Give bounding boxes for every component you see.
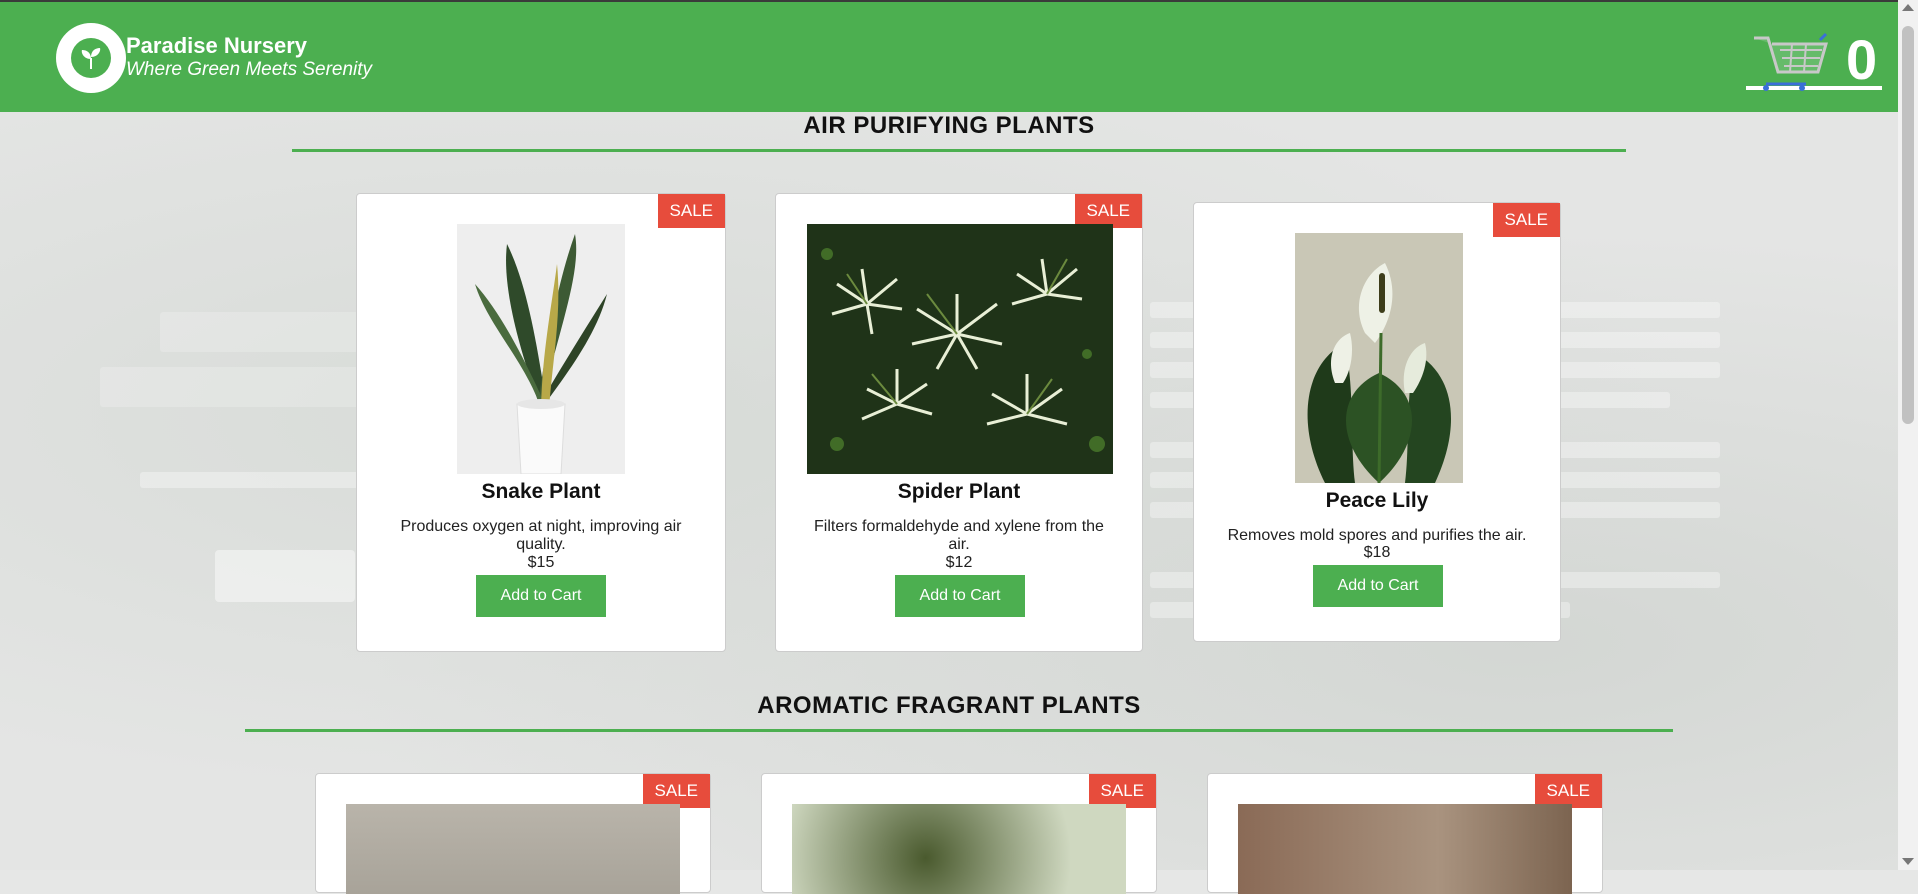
add-to-cart-button[interactable]: Add to Cart — [476, 575, 606, 617]
plant-description: Produces oxygen at night, improving air … — [400, 518, 682, 553]
product-card: SALE — [1207, 773, 1603, 894]
brand[interactable]: Paradise Nursery Where Green Meets Seren… — [126, 33, 372, 81]
plant-price: $12 — [945, 554, 973, 571]
section-divider — [245, 729, 1673, 732]
logo[interactable] — [56, 23, 126, 93]
sale-badge: SALE — [642, 774, 710, 808]
product-card-snake-plant: SALE Snake Plant Produces oxygen at nigh… — [356, 193, 726, 652]
plant-image — [346, 804, 680, 894]
sale-badge: SALE — [1088, 774, 1156, 808]
plant-image-spider-plant — [807, 224, 1113, 474]
section-divider — [292, 149, 1626, 152]
section-title-air-purifying: AIR PURIFYING PLANTS — [803, 112, 1095, 139]
plant-image — [792, 804, 1126, 894]
product-card: SALE — [315, 773, 711, 894]
add-to-cart-button[interactable]: Add to Cart — [895, 575, 1025, 617]
plant-price: $18 — [1363, 544, 1391, 561]
brand-name: Paradise Nursery — [126, 33, 307, 58]
plant-image-peace-lily — [1295, 233, 1463, 483]
plant-description: Filters formaldehyde and xylene from the… — [814, 518, 1104, 553]
plant-image — [1238, 804, 1572, 894]
plant-name: Peace Lily — [1325, 489, 1429, 512]
scrollbar-thumb[interactable] — [1902, 26, 1914, 424]
site-header: Paradise Nursery Where Green Meets Seren… — [0, 0, 1898, 112]
cart-count: 0 — [1846, 28, 1878, 91]
scroll-up-arrow-icon[interactable] — [1902, 4, 1914, 11]
plant-name: Snake Plant — [481, 480, 601, 503]
product-card: SALE — [761, 773, 1157, 894]
sale-badge: SALE — [657, 194, 725, 228]
plant-price: $15 — [527, 554, 555, 571]
plant-name: Spider Plant — [897, 480, 1021, 503]
sale-badge: SALE — [1534, 774, 1602, 808]
scroll-down-arrow-icon[interactable] — [1902, 858, 1914, 865]
add-to-cart-button[interactable]: Add to Cart — [1313, 565, 1443, 607]
sale-badge: SALE — [1492, 203, 1560, 237]
product-card-peace-lily: SALE Peace Lily Removes mold spores and … — [1193, 202, 1561, 642]
sale-badge: SALE — [1074, 194, 1142, 228]
plant-description: Removes mold spores and purifies the air… — [1227, 527, 1527, 544]
section-title-aromatic: AROMATIC FRAGRANT PLANTS — [757, 692, 1141, 719]
leaf-logo-icon — [71, 38, 111, 78]
product-card-spider-plant: SALE Spider Plant Filters formaldehyde a… — [775, 193, 1143, 652]
plant-image-snake-plant — [457, 224, 625, 474]
brand-tagline: Where Green Meets Serenity — [126, 59, 373, 80]
